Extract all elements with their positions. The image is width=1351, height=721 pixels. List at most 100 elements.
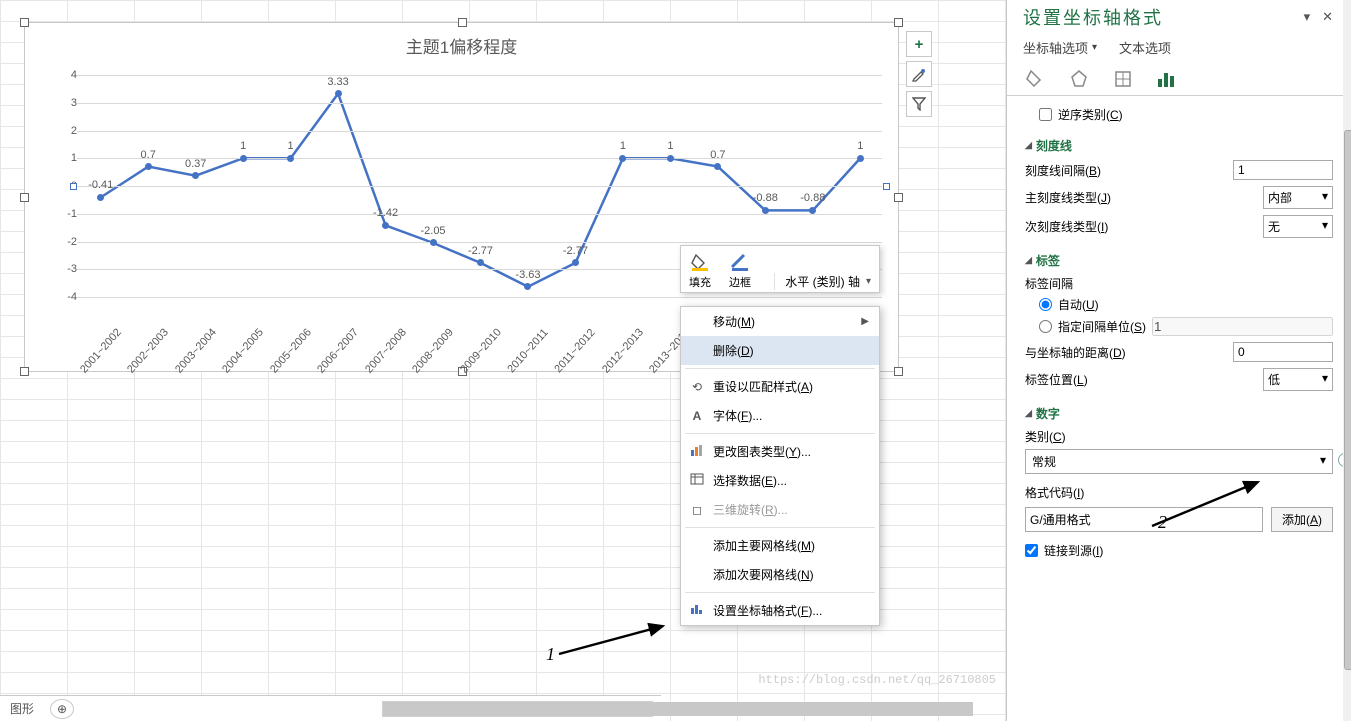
data-label: 0.37	[185, 158, 206, 170]
resize-handle[interactable]	[20, 193, 29, 202]
ctx-reset-style[interactable]: ⟲重设以匹配样式(A)	[681, 372, 879, 401]
chart-element-selector[interactable]: 水平 (类别) 轴 ▾	[774, 273, 871, 290]
y-tick-label: -1	[55, 208, 77, 220]
dropdown-icon: ▾	[1320, 453, 1326, 470]
ctx-font[interactable]: A字体(F)...	[681, 401, 879, 430]
section-tick-marks[interactable]: 刻度线	[1025, 137, 1333, 154]
selector-value: 水平 (类别) 轴	[785, 273, 860, 290]
tab-text-options[interactable]: 文本选项	[1119, 38, 1171, 57]
chart-styles-button[interactable]	[906, 61, 932, 87]
panel-scrollbar[interactable]	[1343, 0, 1351, 721]
gridline	[77, 75, 882, 76]
tab-label: 坐标轴选项	[1023, 38, 1088, 57]
tab-axis-options[interactable]: 坐标轴选项 ▾	[1023, 38, 1097, 57]
ctx-add-major-gridlines[interactable]: 添加主要网格线(M)	[681, 531, 879, 560]
chart-type-icon	[689, 444, 705, 459]
data-point[interactable]	[145, 163, 152, 170]
data-point[interactable]	[287, 155, 294, 162]
axis-selection-handle[interactable]	[883, 183, 890, 190]
y-tick-label: -4	[55, 291, 77, 303]
dropdown-icon: ▾	[1322, 218, 1328, 235]
data-label: 1	[620, 140, 626, 152]
section-labels[interactable]: 标签	[1025, 252, 1333, 269]
format-code-input[interactable]	[1025, 507, 1263, 532]
format-code-label: 格式代码(I)	[1025, 484, 1333, 501]
ctx-change-chart-type[interactable]: 更改图表类型(Y)...	[681, 437, 879, 466]
scrollbar-thumb[interactable]	[1344, 130, 1351, 670]
border-button[interactable]: 边框	[729, 252, 751, 290]
reverse-categories-checkbox[interactable]	[1039, 108, 1052, 121]
data-point[interactable]	[430, 239, 437, 246]
major-tick-type-select[interactable]: 内部▾	[1263, 186, 1333, 209]
add-format-button[interactable]: 添加(A)	[1271, 507, 1333, 532]
label-position-label: 标签位置(L)	[1025, 371, 1263, 388]
gridline	[77, 242, 882, 243]
axis-options-icon[interactable]	[1155, 67, 1179, 91]
ctx-label: 更改图表类型(Y)...	[713, 443, 811, 460]
size-properties-icon[interactable]	[1111, 67, 1135, 91]
fill-line-icon[interactable]	[1023, 67, 1047, 91]
resize-handle[interactable]	[894, 18, 903, 27]
data-point[interactable]	[382, 222, 389, 229]
ctx-select-data[interactable]: 选择数据(E)...	[681, 466, 879, 495]
resize-handle[interactable]	[894, 367, 903, 376]
line-series[interactable]	[77, 75, 377, 225]
ctx-format-axis[interactable]: 设置坐标轴格式(F)...	[681, 596, 879, 625]
panel-dropdown-icon[interactable]: ▾	[1304, 9, 1313, 25]
horizontal-scrollbar[interactable]	[382, 701, 653, 717]
app-root: 主题1偏移程度 -4-3-2-101234 -0.410.70.37113.33…	[0, 0, 1351, 721]
data-point[interactable]	[572, 259, 579, 266]
data-label: 1	[667, 140, 673, 152]
specify-interval-radio[interactable]	[1039, 320, 1052, 333]
auto-interval-radio[interactable]	[1039, 298, 1052, 311]
separator	[685, 592, 875, 593]
gridline	[77, 186, 882, 187]
resize-handle[interactable]	[894, 193, 903, 202]
add-sheet-button[interactable]: ⊕	[50, 699, 74, 719]
separator	[685, 368, 875, 369]
panel-close-icon[interactable]: ✕	[1322, 9, 1335, 25]
data-point[interactable]	[857, 155, 864, 162]
label-position-select[interactable]: 低▾	[1263, 368, 1333, 391]
ctx-move[interactable]: 移动(M)▶	[681, 307, 879, 336]
link-to-source-label: 链接到源(I)	[1044, 542, 1103, 559]
submenu-arrow-icon: ▶	[861, 316, 869, 327]
chart-side-buttons: +	[906, 31, 932, 117]
number-category-select[interactable]: 常规▾i	[1025, 449, 1333, 474]
reverse-categories-label: 逆序类别(C)	[1058, 106, 1123, 123]
data-label: -2.77	[468, 245, 493, 257]
data-point[interactable]	[619, 155, 626, 162]
fill-button[interactable]: 填充	[689, 252, 711, 290]
ctx-delete[interactable]: 删除(D)	[681, 336, 879, 365]
data-point[interactable]	[667, 155, 674, 162]
chart-elements-button[interactable]: +	[906, 31, 932, 57]
rotate3d-icon: ◻	[689, 503, 705, 517]
data-point[interactable]	[240, 155, 247, 162]
data-point[interactable]	[762, 207, 769, 214]
tick-interval-input[interactable]	[1233, 160, 1333, 180]
effects-icon[interactable]	[1067, 67, 1091, 91]
section-number[interactable]: 数字	[1025, 405, 1333, 422]
y-tick-label: -2	[55, 236, 77, 248]
distance-input[interactable]	[1233, 342, 1333, 362]
axis-selection-handle[interactable]	[70, 183, 77, 190]
link-to-source-checkbox[interactable]	[1025, 544, 1038, 557]
label-interval-label: 标签间隔	[1025, 275, 1333, 292]
annotation-number-2: 2	[1158, 512, 1167, 533]
minor-tick-type-select[interactable]: 无▾	[1263, 215, 1333, 238]
sheet-tab[interactable]: 图形	[0, 700, 44, 717]
data-point[interactable]	[335, 90, 342, 97]
specify-interval-input	[1152, 317, 1333, 336]
data-point[interactable]	[524, 283, 531, 290]
resize-handle[interactable]	[20, 18, 29, 27]
resize-handle[interactable]	[458, 18, 467, 27]
chart-filter-button[interactable]	[906, 91, 932, 117]
ctx-label: 设置坐标轴格式(F)...	[713, 602, 822, 619]
select-value: 常规	[1032, 453, 1056, 470]
resize-handle[interactable]	[20, 367, 29, 376]
select-data-icon	[689, 473, 705, 488]
ctx-add-minor-gridlines[interactable]: 添加次要网格线(N)	[681, 560, 879, 589]
chart-title[interactable]: 主题1偏移程度	[25, 23, 898, 64]
scrollbar-thumb[interactable]	[383, 702, 973, 716]
y-tick-label: 1	[55, 152, 77, 164]
